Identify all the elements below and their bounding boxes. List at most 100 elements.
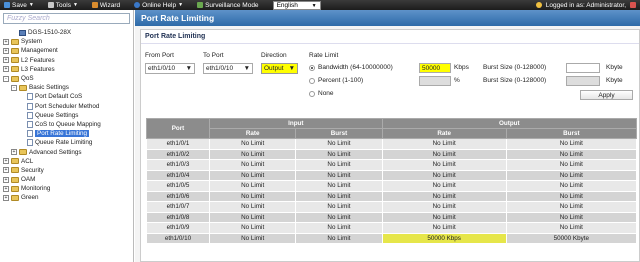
expand-icon[interactable]: +: [3, 194, 9, 201]
sidebar-item-queue-settings[interactable]: Queue Settings: [0, 111, 133, 120]
fuzzy-search-input[interactable]: Fuzzy Search: [3, 13, 130, 24]
table-row: eth1/0/5 No Limit No Limit No Limit No Limit: [146, 180, 638, 192]
expand-icon[interactable]: +: [3, 38, 9, 45]
expand-icon[interactable]: +: [3, 167, 9, 174]
sidebar-item-queue-rate-limiting[interactable]: Queue Rate Limiting: [0, 138, 133, 147]
sidebar-item-green[interactable]: + Green: [0, 193, 133, 202]
to-port-label: To Port: [203, 52, 224, 59]
none-label: None: [318, 90, 334, 97]
none-radio[interactable]: [309, 91, 315, 97]
tools-menu[interactable]: Tools ▼: [47, 2, 78, 9]
to-port-select[interactable]: eth1/0/10 ▼: [203, 63, 253, 74]
sidebar-item-security[interactable]: + Security: [0, 166, 133, 175]
burst-size-label-2: Burst Size (0-128000): [483, 77, 547, 84]
sidebar-item-port-default-cos[interactable]: Port Default CoS: [0, 92, 133, 101]
expand-icon[interactable]: +: [3, 66, 9, 73]
output-rate-cell: No Limit: [381, 180, 507, 192]
sidebar-item-management[interactable]: + Management: [0, 46, 133, 55]
percent-input[interactable]: [419, 76, 451, 86]
col-port-header: Port: [146, 118, 210, 139]
apply-button[interactable]: Apply: [580, 90, 633, 100]
page-icon: [27, 130, 33, 138]
sidebar-item-cos-to-queue-mapping[interactable]: CoS to Queue Mapping: [0, 120, 133, 129]
col-input-burst-header: Burst: [295, 128, 383, 139]
language-select[interactable]: English ▼: [272, 0, 321, 10]
expand-icon[interactable]: +: [3, 47, 9, 54]
burst-size-input-2[interactable]: [566, 76, 600, 86]
sidebar-item-basic-settings[interactable]: - Basic Settings: [0, 83, 133, 92]
folder-icon: [11, 47, 19, 54]
input-rate-cell: No Limit: [208, 201, 297, 213]
folder-icon: [11, 194, 19, 201]
folder-icon: [11, 158, 19, 165]
input-burst-cell: No Limit: [295, 201, 383, 213]
output-rate-cell: No Limit: [381, 190, 507, 202]
logout-icon[interactable]: [630, 2, 636, 8]
bandwidth-unit: Kbps: [454, 64, 469, 71]
expand-icon[interactable]: +: [11, 149, 17, 156]
table-row: eth1/0/3 No Limit No Limit No Limit No Limit: [146, 159, 638, 171]
from-port-label: From Port: [145, 52, 174, 59]
user-icon: [535, 2, 542, 8]
sidebar-item-acl[interactable]: + ACL: [0, 157, 133, 166]
table-row: eth1/0/8 No Limit No Limit No Limit No Limit: [146, 211, 638, 223]
sidebar-item-port-scheduler-method[interactable]: Port Scheduler Method: [0, 102, 133, 111]
col-output-rate-header: Rate: [381, 128, 507, 139]
bandwidth-radio[interactable]: [309, 65, 315, 71]
collapse-icon[interactable]: -: [11, 84, 17, 91]
port-cell: eth1/0/8: [146, 211, 210, 223]
sidebar-item-label: CoS to Queue Mapping: [35, 120, 101, 128]
table-row: eth1/0/10 No Limit No Limit 50000 Kbps 50000…: [146, 232, 638, 244]
surveillance-mode-button[interactable]: Surveillance Mode: [197, 2, 259, 9]
sidebar-item-port-rate-limiting[interactable]: Port Rate Limiting: [0, 129, 133, 138]
sidebar-item-label: Queue Rate Limiting: [35, 139, 93, 147]
direction-select[interactable]: Output ▼: [261, 63, 298, 74]
port-cell: eth1/0/9: [146, 222, 210, 234]
expand-icon[interactable]: +: [3, 176, 9, 183]
sidebar-item-label: QoS: [21, 75, 34, 83]
folder-icon: [11, 57, 19, 64]
online-help-menu[interactable]: Online Help ▼: [134, 2, 183, 9]
navigation-tree: DGS-1510-28X + System + Management + L2 Featur…: [0, 28, 133, 203]
sidebar-item-advanced-settings[interactable]: + Advanced Settings: [0, 147, 133, 156]
col-input-header: Input: [209, 118, 383, 129]
output-burst-cell: No Limit: [505, 169, 638, 181]
main-content: Port Rate Limiting Port Rate Limiting Fr…: [135, 10, 640, 262]
expand-icon[interactable]: +: [3, 57, 9, 64]
chevron-down-icon: ▼: [185, 65, 192, 72]
percent-radio[interactable]: [309, 78, 315, 84]
burst-size-input[interactable]: [566, 63, 600, 73]
expand-icon[interactable]: +: [3, 185, 9, 192]
sidebar-item-system[interactable]: + System: [0, 37, 133, 46]
rate-limit-label: Rate Limit: [309, 52, 339, 59]
top-toolbar: Save ▼ Tools ▼ Wizard Online Help ▼ Surveil…: [0, 0, 640, 10]
col-output-header: Output: [381, 118, 638, 129]
output-burst-cell: No Limit: [505, 138, 638, 150]
port-cell: eth1/0/10: [146, 232, 210, 244]
sidebar-item-label: Port Default CoS: [35, 93, 83, 101]
wizard-button[interactable]: Wizard: [91, 2, 120, 9]
sidebar-item-monitoring[interactable]: + Monitoring: [0, 184, 133, 193]
device-icon: [19, 29, 26, 36]
input-rate-cell: No Limit: [208, 148, 297, 160]
input-burst-cell: No Limit: [295, 159, 383, 171]
sidebar-item-qos[interactable]: - QoS: [0, 74, 133, 83]
table-row: eth1/0/2 No Limit No Limit No Limit No Limit: [146, 148, 638, 160]
sidebar-item-l3-features[interactable]: + L3 Features: [0, 65, 133, 74]
from-port-select[interactable]: eth1/0/10 ▼: [145, 63, 195, 74]
collapse-icon[interactable]: -: [3, 75, 9, 82]
port-cell: eth1/0/6: [146, 190, 210, 202]
sidebar-item-l2-features[interactable]: + L2 Features: [0, 56, 133, 65]
output-burst-cell: No Limit: [505, 180, 638, 192]
sidebar-item-dgs-1510-28x[interactable]: DGS-1510-28X: [0, 28, 133, 37]
bandwidth-input[interactable]: 50000: [419, 63, 451, 73]
expand-icon[interactable]: +: [3, 158, 9, 165]
page-icon: [27, 120, 33, 128]
folder-icon: [19, 84, 27, 91]
sidebar-item-label: Management: [21, 47, 58, 55]
sidebar-item-oam[interactable]: + OAM: [0, 175, 133, 184]
output-burst-cell: No Limit: [505, 159, 638, 171]
input-rate-cell: No Limit: [208, 222, 297, 234]
save-menu[interactable]: Save ▼: [4, 2, 34, 9]
input-burst-cell: No Limit: [295, 222, 383, 234]
